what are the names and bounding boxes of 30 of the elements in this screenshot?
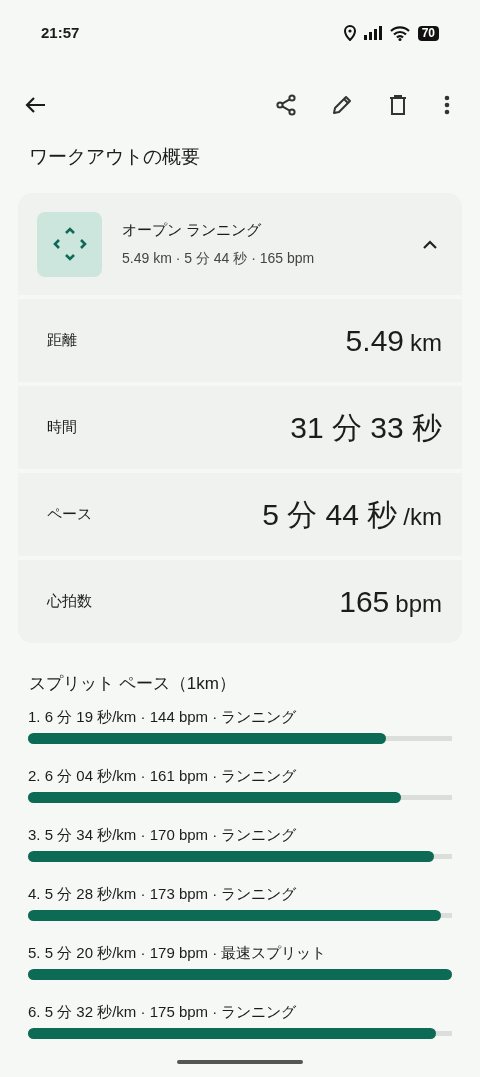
workout-header[interactable]: オープン ランニング 5.49 km · 5 分 44 秒 · 165 bpm xyxy=(18,193,462,295)
more-icon xyxy=(444,95,450,115)
battery-level: 70 xyxy=(417,25,439,41)
section-title: スプリット ペース（1km） xyxy=(28,673,237,695)
status-time: 21:57 xyxy=(41,22,80,43)
metric-value: 31 分 33 秒 xyxy=(290,410,442,446)
metric-label: 時間 xyxy=(47,417,77,438)
wifi-icon xyxy=(389,25,410,41)
signal-icon xyxy=(363,26,382,40)
metric-value: 165 bpm xyxy=(339,584,442,620)
split-text: 3. 5 分 34 秒/km · 170 bpm · ランニング xyxy=(28,825,298,845)
workout-summary: 5.49 km · 5 分 44 秒 · 165 bpm xyxy=(122,248,315,268)
trash-icon xyxy=(389,94,407,116)
location-icon xyxy=(343,25,356,41)
pencil-icon xyxy=(331,94,353,116)
split-text: 2. 6 分 04 秒/km · 161 bpm · ランニング xyxy=(28,766,298,786)
metric-label: 距離 xyxy=(47,330,77,351)
split-text: 4. 5 分 28 秒/km · 173 bpm · ランニング xyxy=(28,884,298,904)
metric-label: ペース xyxy=(47,504,92,525)
metric-value: 5 分 44 秒 /km xyxy=(262,497,442,533)
metric-value: 5.49 km xyxy=(345,323,442,359)
workout-type-icon xyxy=(37,211,102,277)
split-text: 6. 5 分 32 秒/km · 175 bpm · ランニング xyxy=(28,1002,298,1022)
split-text: 1. 6 分 19 秒/km · 144 bpm · ランニング xyxy=(28,707,298,727)
share-icon xyxy=(275,94,297,116)
split-text: 5. 5 分 20 秒/km · 179 bpm · 最速スプリット xyxy=(28,943,328,963)
page-title: ワークアウトの概要 xyxy=(28,145,201,169)
back-arrow-icon xyxy=(24,96,46,114)
workout-name: オープン ランニング xyxy=(122,220,263,241)
metric-label: 心拍数 xyxy=(47,591,92,612)
